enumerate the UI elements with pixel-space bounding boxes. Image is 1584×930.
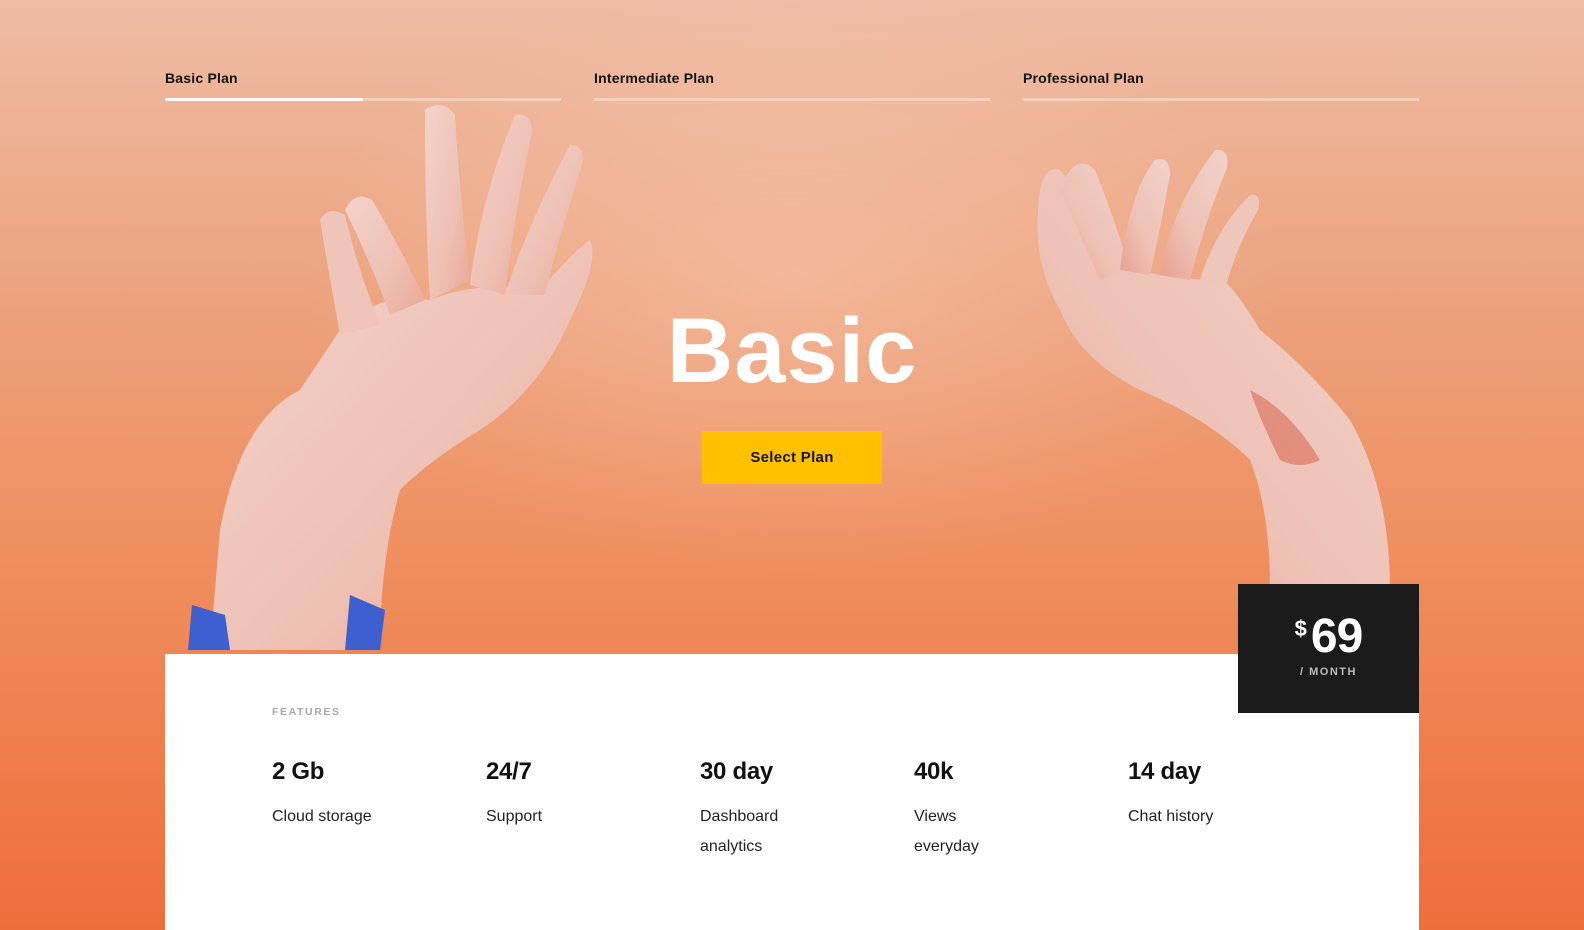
feature-value: 14 day bbox=[1128, 758, 1201, 785]
select-plan-button[interactable]: Select Plan bbox=[702, 431, 882, 484]
plan-title: Basic bbox=[666, 300, 918, 402]
price-amount: 69 bbox=[1310, 610, 1363, 663]
feature-value: 24/7 bbox=[486, 758, 532, 785]
feature-views: 40k Views everyday bbox=[914, 758, 1094, 862]
plan-tabs: Basic Plan Intermediate Plan Professiona… bbox=[165, 68, 1419, 104]
tab-professional-plan[interactable]: Professional Plan bbox=[1023, 68, 1419, 102]
feature-description: Views everyday bbox=[914, 808, 979, 855]
feature-dashboard-analytics: 30 day Dashboard analytics bbox=[700, 758, 880, 862]
tab-label: Intermediate Plan bbox=[594, 70, 715, 86]
features-heading: FEATURES bbox=[272, 706, 341, 718]
currency-symbol: $ bbox=[1294, 616, 1307, 641]
feature-description: Chat history bbox=[1128, 808, 1214, 825]
feature-support: 24/7 Support bbox=[486, 758, 666, 832]
feature-value: 40k bbox=[914, 758, 954, 785]
tab-progress-track bbox=[165, 98, 561, 101]
tab-progress-track bbox=[1023, 98, 1419, 101]
tab-progress-track bbox=[594, 98, 990, 101]
feature-chat-history: 14 day Chat history bbox=[1128, 758, 1308, 832]
price-box: $69 / MONTH bbox=[1238, 584, 1419, 713]
tab-intermediate-plan[interactable]: Intermediate Plan bbox=[594, 68, 990, 102]
feature-description: Dashboard analytics bbox=[700, 808, 779, 855]
feature-description: Support bbox=[486, 808, 543, 825]
feature-description: Cloud storage bbox=[272, 808, 372, 825]
tab-progress-bar bbox=[165, 98, 363, 101]
features-panel: FEATURES 2 Gb Cloud storage 24/7 Support… bbox=[165, 654, 1419, 930]
price-period: / MONTH bbox=[1300, 666, 1357, 678]
feature-value: 30 day bbox=[700, 758, 773, 785]
feature-value: 2 Gb bbox=[272, 758, 325, 785]
tab-label: Basic Plan bbox=[165, 70, 238, 86]
tab-label: Professional Plan bbox=[1023, 70, 1144, 86]
feature-cloud-storage: 2 Gb Cloud storage bbox=[272, 758, 452, 832]
price-row: $69 bbox=[1238, 612, 1419, 662]
tab-basic-plan[interactable]: Basic Plan bbox=[165, 68, 561, 102]
